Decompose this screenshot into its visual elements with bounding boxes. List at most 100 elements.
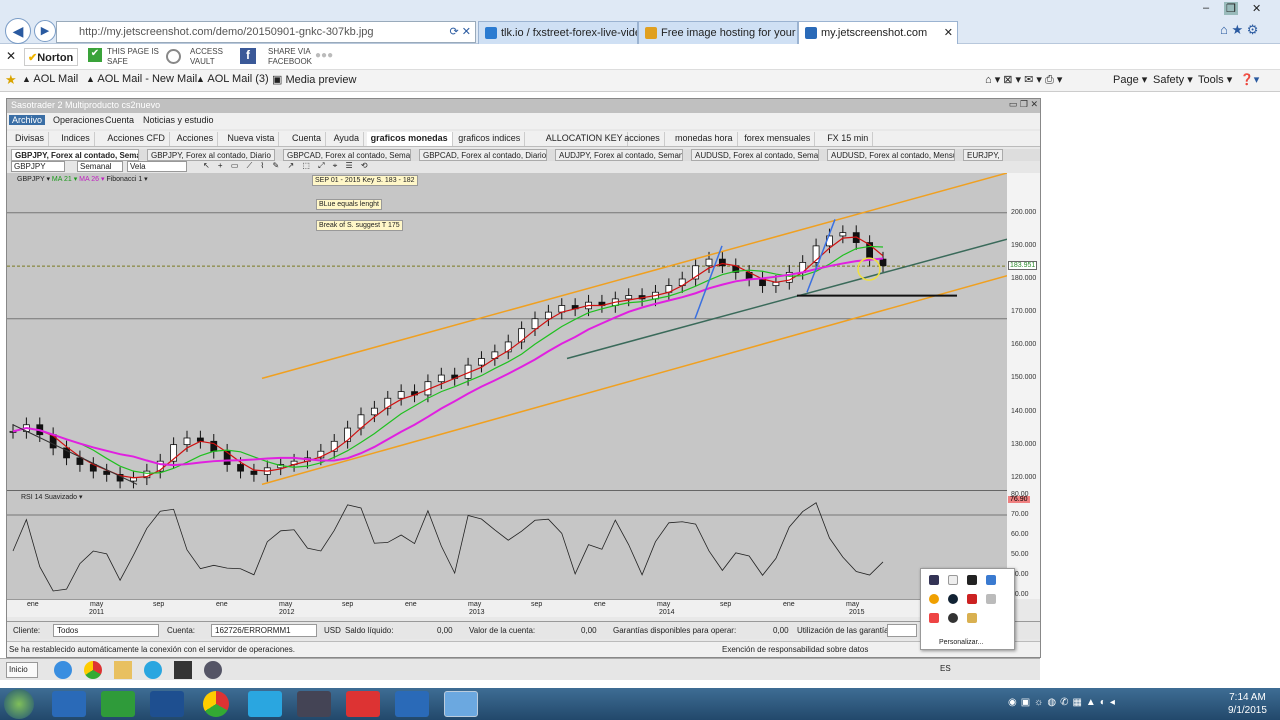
forward-button[interactable]: ▶ — [34, 20, 56, 42]
restore-button[interactable]: ❐ — [1224, 2, 1238, 15]
workspace-tab[interactable]: Nueva vista — [223, 132, 280, 146]
workspace-tab[interactable]: FX 15 min — [823, 132, 874, 146]
fav-aol-new-mail[interactable]: ▲ AOL Mail - New Mail — [86, 73, 197, 85]
tab-image-hosting[interactable]: Free image hosting for your sc... — [638, 21, 798, 44]
chart-tab[interactable]: AUDJPY, Forex al contado, Semanal — [555, 149, 683, 161]
tray-monitor-icon[interactable] — [967, 575, 977, 585]
workspace-tab[interactable]: Cuenta — [288, 132, 327, 146]
skype-quick-icon[interactable] — [144, 661, 162, 679]
chart-type-select[interactable]: Vela — [127, 161, 187, 172]
personalize-link[interactable]: Personalizar... — [939, 639, 983, 646]
share-facebook-button[interactable]: SHARE VIA FACEBOOK — [268, 47, 312, 67]
address-bar[interactable]: http://my.jetscreenshot.com/demo/2015090… — [56, 21, 476, 43]
tray-shield-icon[interactable] — [929, 575, 939, 585]
drawing-tools-icons[interactable]: ↖ + ▭ ⟋ ⌇ ✎ ↗ ⬚ ⤢ ⌖ ☰ ⟲ — [203, 161, 371, 171]
fav-media-preview[interactable]: ▣ Media preview — [272, 73, 356, 86]
page-menu[interactable]: Page ▾ — [1113, 73, 1147, 86]
tab-close-icon[interactable]: ✕ — [944, 26, 953, 39]
workspace-tab[interactable]: Indices — [57, 132, 95, 146]
rsi-chart[interactable]: RSI 14 Suavizado ▾ — [7, 491, 1007, 599]
inicio-button[interactable]: Inicio — [6, 662, 38, 678]
annotation-blue-length[interactable]: BLue equals lenght — [316, 199, 382, 210]
back-button[interactable]: ◀ — [5, 18, 31, 44]
close-window-button[interactable]: ✕ — [1252, 2, 1261, 15]
explorer-quick-icon[interactable] — [114, 661, 132, 679]
cliente-select[interactable]: Todos — [53, 624, 159, 637]
chart-tab[interactable]: AUDUSD, Forex al contado, Mensual — [827, 149, 955, 161]
workspace-tab[interactable]: ALLOCATION KEY — [542, 132, 628, 146]
legend-symbol[interactable]: GBPJPY ▾ — [17, 176, 50, 183]
workspace-tab[interactable]: monedas hora — [671, 132, 738, 146]
disclaimer-link[interactable]: Exención de responsabilidad sobre datos — [722, 645, 868, 654]
ie-quick-icon[interactable] — [54, 661, 72, 679]
settings-quick-icon[interactable] — [204, 661, 222, 679]
annotation-key-support[interactable]: SEP 01 - 2015 Key S. 183 - 182 — [312, 175, 418, 186]
access-vault-button[interactable]: ACCESS VAULT — [190, 47, 223, 67]
workspace-tab[interactable]: Divisas — [11, 132, 50, 146]
minimize-button[interactable]: – — [1203, 2, 1209, 14]
chart-tab[interactable]: GBPCAD, Forex al contado, Diario — [419, 149, 547, 161]
workspace-tab[interactable]: graficos monedas — [366, 132, 453, 146]
tray-norton-icon[interactable] — [929, 594, 939, 604]
tray-folder-icon[interactable] — [967, 613, 977, 623]
taskbar-ie-icon[interactable] — [444, 691, 478, 717]
workspace-tab[interactable]: Acciones — [173, 132, 219, 146]
menu-operaciones[interactable]: Operaciones — [53, 115, 104, 125]
workspace-tab[interactable]: Ayuda — [330, 132, 364, 146]
legend-ma21[interactable]: MA 21 ▾ — [52, 176, 77, 183]
menu-noticias[interactable]: Noticias y estudio — [143, 115, 214, 125]
rsi-label[interactable]: RSI 14 Suavizado ▾ — [21, 493, 83, 501]
chart-tab[interactable]: AUDUSD, Forex al contado, Semanal — [691, 149, 819, 161]
refresh-icon[interactable]: ⟳ ✕ — [450, 25, 472, 38]
taskbar-chrome-icon[interactable] — [203, 691, 229, 717]
menu-archivo[interactable]: Archivo — [9, 115, 46, 125]
taskbar-sasotrader-icon[interactable] — [346, 691, 380, 717]
norton-logo[interactable]: ✔Norton — [24, 48, 78, 66]
chart-tab[interactable]: GBPJPY, Forex al contado, Semanal — [11, 149, 139, 161]
more-options-icon[interactable]: ●●● — [315, 50, 333, 61]
tray-ball-icon[interactable] — [948, 613, 958, 623]
workspace-tab[interactable]: forex mensuales — [740, 132, 816, 146]
taskbar-u-icon[interactable] — [395, 691, 429, 717]
favorites-star-icon[interactable]: ★ — [5, 72, 17, 88]
taskbar-skype-icon[interactable] — [248, 691, 282, 717]
taskbar-p-icon[interactable] — [150, 691, 184, 717]
chart-tab[interactable]: EURJPY, — [963, 149, 1003, 161]
workspace-tab[interactable]: acciones — [620, 132, 665, 146]
tray-update-icon[interactable] — [948, 594, 958, 604]
tray-icons[interactable]: ◉▣☼◍✆▦▲◐◂ — [1008, 697, 1119, 708]
tray-flag-icon[interactable] — [948, 575, 958, 585]
workspace-tab[interactable]: graficos indices — [454, 132, 526, 146]
home-star-gear-icons[interactable]: ⌂ ★ ⚙ — [1220, 22, 1258, 38]
taskbar-n-icon[interactable] — [101, 691, 135, 717]
taskbar-help-icon[interactable] — [52, 691, 86, 717]
tray-network-icon[interactable] — [986, 575, 996, 585]
tray-device-icon[interactable] — [986, 594, 996, 604]
menu-cuenta[interactable]: Cuenta — [105, 115, 134, 125]
period-select[interactable]: Semanal — [77, 161, 123, 172]
page-safe-indicator[interactable]: THIS PAGE IS SAFE — [107, 47, 159, 67]
price-chart-svg[interactable] — [7, 172, 1008, 491]
tools-menu[interactable]: Tools ▾ — [1198, 73, 1232, 86]
close-toolbar-icon[interactable]: ✕ — [6, 49, 16, 63]
legend-ma26[interactable]: MA 26 ▾ — [79, 176, 104, 183]
home-rss-mail-icons[interactable]: ⌂ ▾ ⊠ ▾ ✉ ▾ ⎙ ▾ — [985, 73, 1062, 87]
taskbar-app-icon[interactable] — [297, 691, 331, 717]
fav-aol-mail-3[interactable]: ▲ AOL Mail (3) — [196, 73, 269, 85]
app-window-controls[interactable]: ▭ ❐ ✕ — [1009, 99, 1038, 110]
symbol-select[interactable]: GBPJPY — [11, 161, 65, 172]
rsi-chart-svg[interactable] — [7, 491, 1007, 599]
price-chart[interactable]: GBPJPY ▾ MA 21 ▾ MA 26 ▾ Fibonacci 1 ▾ S… — [7, 172, 1008, 491]
lang-indicator[interactable]: ES — [940, 664, 951, 673]
start-orb-icon[interactable] — [4, 689, 34, 719]
chrome-quick-icon[interactable] — [84, 661, 102, 679]
tab-jetscreenshot[interactable]: my.jetscreenshot.com ✕ — [798, 21, 958, 44]
fav-aol-mail[interactable]: ▲ AOL Mail — [22, 73, 78, 85]
app-quick-icon[interactable] — [174, 661, 192, 679]
chart-tab[interactable]: GBPCAD, Forex al contado, Semanal — [283, 149, 411, 161]
chart-tab[interactable]: GBPJPY, Forex al contado, Diario — [147, 149, 275, 161]
workspace-tab[interactable]: Acciones CFD — [103, 132, 170, 146]
tray-pdf-icon[interactable] — [967, 594, 977, 604]
clock[interactable]: 7:14 AM 9/1/2015 — [1228, 691, 1267, 717]
tray-paint-icon[interactable] — [929, 613, 939, 623]
